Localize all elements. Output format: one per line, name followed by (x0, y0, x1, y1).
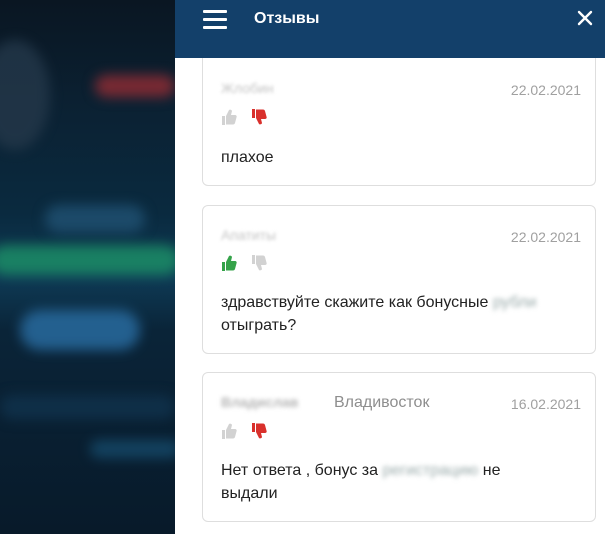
hamburger-menu-icon[interactable] (203, 10, 227, 30)
thumbs-down-icon[interactable] (251, 108, 267, 126)
review-text-blurred: регистрацию (382, 462, 479, 479)
review-text-line2: отыграть? (221, 317, 297, 334)
reviews-panel: Отзывы Жлобин 22.02.2021 плахое Апатиты … (175, 0, 605, 534)
panel-title: Отзывы (254, 10, 320, 27)
thumbs-down-icon[interactable] (251, 422, 267, 440)
review-card: Апатиты 22.02.2021 здравствуйте скажите … (202, 205, 596, 354)
review-text-line2: выдали (221, 485, 278, 502)
review-date: 22.02.2021 (510, 82, 581, 98)
review-city: Владивосток (334, 394, 430, 411)
review-author: Апатиты (221, 227, 277, 243)
review-text: Нет ответа , бонус за регистрацию не выд… (221, 459, 500, 505)
review-text-line1: здравствуйте скажите как бонусные (221, 294, 489, 311)
review-author: Жлобин (221, 80, 274, 96)
review-text-line1-end: не (478, 462, 501, 479)
blurred-background-page (0, 0, 175, 534)
thumbs-up-icon[interactable] (221, 254, 237, 272)
review-text-blurred: рубли (492, 294, 537, 311)
review-date: 22.02.2021 (510, 229, 581, 245)
review-date: 16.02.2021 (510, 396, 581, 412)
review-text-line1: Нет ответа , бонус за (221, 462, 383, 479)
review-author: Владислав (221, 394, 299, 410)
review-text: плахое (221, 149, 274, 166)
review-text: здравствуйте скажите как бонусные рубли … (221, 291, 536, 337)
thumbs-up-icon[interactable] (221, 108, 237, 126)
panel-header: Отзывы (175, 0, 605, 58)
thumbs-up-icon[interactable] (221, 422, 237, 440)
review-card: Владислав Владивосток 16.02.2021 Нет отв… (202, 372, 596, 522)
review-card: Жлобин 22.02.2021 плахое (202, 58, 596, 186)
thumbs-down-icon[interactable] (251, 254, 267, 272)
close-icon[interactable] (576, 9, 594, 27)
